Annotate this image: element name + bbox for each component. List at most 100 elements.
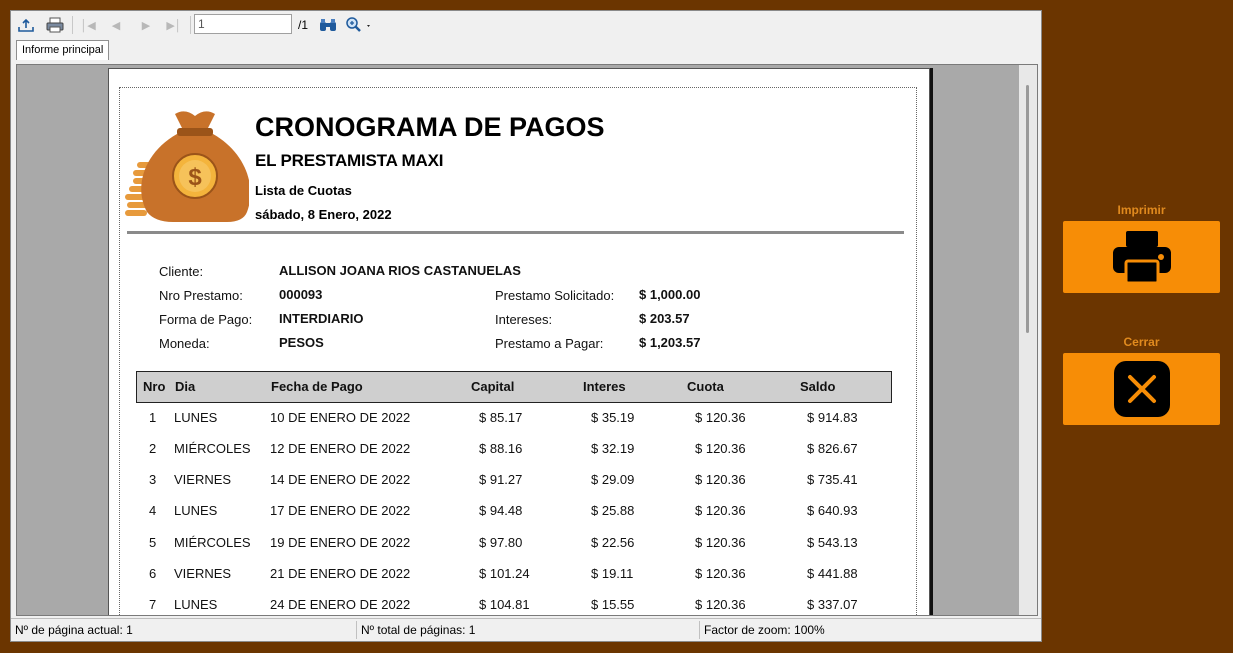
cell-nro: 5: [149, 535, 157, 550]
print-icon[interactable]: [44, 14, 66, 36]
vertical-scrollbar[interactable]: [1019, 65, 1037, 615]
cell-dia: MIÉRCOLES: [174, 441, 251, 456]
payment-form-value: INTERDIARIO: [279, 311, 364, 326]
cell-dia: VIERNES: [174, 566, 232, 581]
cell-capital: $ 85.17: [479, 410, 523, 425]
cell-saldo: $ 441.88: [807, 566, 858, 581]
cell-cuota: $ 120.36: [695, 535, 746, 550]
interest-label: Intereses:: [495, 312, 553, 327]
current-page-status: Nº de página actual: 1: [15, 623, 133, 637]
cell-nro: 4: [149, 503, 157, 518]
loan-number-value: 000093: [279, 287, 323, 302]
cell-capital: $ 104.81: [479, 597, 530, 612]
cell-capital: $ 97.80: [479, 535, 523, 550]
find-icon[interactable]: [317, 14, 339, 36]
status-separator: [699, 621, 700, 639]
report-subtitle: EL PRESTAMISTA MAXI: [255, 151, 444, 170]
close-icon: [1113, 361, 1170, 417]
payment-form-label: Forma de Pago:: [159, 312, 253, 327]
requested-amount-value: $ 1,000.00: [639, 287, 701, 302]
scrollbar-thumb[interactable]: [1026, 85, 1029, 333]
toolbar-separator: [190, 16, 191, 34]
column-header-nro: Nro: [143, 379, 166, 394]
cell-fecha: 24 DE ENERO DE 2022: [270, 597, 411, 612]
column-header-dia: Dia: [175, 379, 196, 394]
last-page-icon[interactable]: ▶│: [163, 14, 185, 36]
cell-capital: $ 101.24: [479, 566, 530, 581]
page-total-label: /1: [298, 18, 309, 32]
loan-number-label: Nro Prestamo:: [159, 288, 243, 303]
tab-informe-principal[interactable]: Informe principal: [16, 40, 110, 60]
column-header-cuota: Cuota: [687, 379, 724, 394]
print-label: Imprimir: [1117, 203, 1166, 217]
print-button[interactable]: [1063, 221, 1220, 293]
page-number-input[interactable]: [194, 14, 292, 34]
table-row: 5 MIÉRCOLES 19 DE ENERO DE 2022 $ 97.80 …: [136, 529, 890, 560]
cell-cuota: $ 120.36: [695, 472, 746, 487]
cell-saldo: $ 640.93: [807, 503, 858, 518]
list-label: Lista de Cuotas: [255, 183, 352, 198]
total-to-pay-value: $ 1,203.57: [639, 335, 701, 350]
cell-nro: 6: [149, 566, 157, 581]
close-button[interactable]: [1063, 353, 1220, 425]
table-row: 2 MIÉRCOLES 12 DE ENERO DE 2022 $ 88.16 …: [136, 435, 890, 466]
cell-capital: $ 94.48: [479, 503, 523, 518]
requested-amount-label: Prestamo Solicitado:: [495, 288, 615, 303]
column-header-saldo: Saldo: [800, 379, 836, 394]
cell-fecha: 10 DE ENERO DE 2022: [270, 410, 411, 425]
column-header-interes: Interes: [583, 379, 626, 394]
column-header-fecha: Fecha de Pago: [271, 379, 363, 394]
cell-nro: 2: [149, 441, 157, 456]
header-divider: [127, 231, 904, 234]
cell-interes: $ 35.19: [591, 410, 635, 425]
export-icon[interactable]: [15, 14, 37, 36]
first-page-icon[interactable]: │◀: [77, 14, 99, 36]
previous-page-icon[interactable]: ◀: [105, 14, 127, 36]
report-page: $ CRONOGRAMA DE PAGOS EL PRESTAMISTA MAX…: [108, 68, 930, 615]
cell-capital: $ 88.16: [479, 441, 523, 456]
client-label: Cliente:: [159, 264, 204, 279]
cell-interes: $ 19.11: [591, 566, 634, 581]
cell-fecha: 14 DE ENERO DE 2022: [270, 472, 411, 487]
column-header-capital: Capital: [471, 379, 515, 394]
cell-interes: $ 22.56: [591, 535, 635, 550]
cell-saldo: $ 337.07: [807, 597, 858, 612]
cell-interes: $ 32.19: [591, 441, 635, 456]
cell-dia: LUNES: [174, 503, 218, 518]
cell-fecha: 19 DE ENERO DE 2022: [270, 535, 411, 550]
cell-fecha: 21 DE ENERO DE 2022: [270, 566, 411, 581]
table-row: 1 LUNES 10 DE ENERO DE 2022 $ 85.17 $ 35…: [136, 404, 890, 435]
cell-dia: LUNES: [174, 597, 218, 612]
table-header: Nro Dia Fecha de Pago Capital Interes Cu…: [136, 371, 892, 403]
next-page-icon[interactable]: ▶: [135, 14, 157, 36]
money-bag-icon: $: [125, 111, 249, 222]
cell-saldo: $ 826.67: [807, 441, 858, 456]
cell-cuota: $ 120.36: [695, 566, 746, 581]
zoom-status: Factor de zoom: 100%: [704, 623, 825, 637]
cell-nro: 3: [149, 472, 157, 487]
report-date: sábado, 8 Enero, 2022: [255, 207, 392, 222]
viewer-toolbar: │◀ ◀ ▶ ▶│ /1: [11, 11, 1041, 39]
cell-interes: $ 29.09: [591, 472, 635, 487]
cell-interes: $ 25.88: [591, 503, 635, 518]
close-label: Cerrar: [1123, 335, 1160, 349]
table-row: 6 VIERNES 21 DE ENERO DE 2022 $ 101.24 $…: [136, 560, 890, 591]
zoom-icon[interactable]: [344, 14, 374, 36]
cell-dia: LUNES: [174, 410, 218, 425]
cell-cuota: $ 120.36: [695, 503, 746, 518]
status-bar: Nº de página actual: 1 Nº total de págin…: [11, 618, 1041, 641]
report-title: CRONOGRAMA DE PAGOS: [255, 112, 605, 142]
report-canvas: $ CRONOGRAMA DE PAGOS EL PRESTAMISTA MAX…: [16, 64, 1038, 616]
cell-saldo: $ 914.83: [807, 410, 858, 425]
table-row: 7 LUNES 24 DE ENERO DE 2022 $ 104.81 $ 1…: [136, 591, 890, 615]
cell-dia: MIÉRCOLES: [174, 535, 251, 550]
interest-value: $ 203.57: [639, 311, 690, 326]
svg-text:$: $: [188, 164, 202, 191]
cell-dia: VIERNES: [174, 472, 232, 487]
total-pages-status: Nº total de páginas: 1: [361, 623, 476, 637]
cell-saldo: $ 543.13: [807, 535, 858, 550]
cell-capital: $ 91.27: [479, 472, 523, 487]
cell-saldo: $ 735.41: [807, 472, 858, 487]
printer-icon: [1112, 231, 1171, 285]
cell-fecha: 17 DE ENERO DE 2022: [270, 503, 411, 518]
